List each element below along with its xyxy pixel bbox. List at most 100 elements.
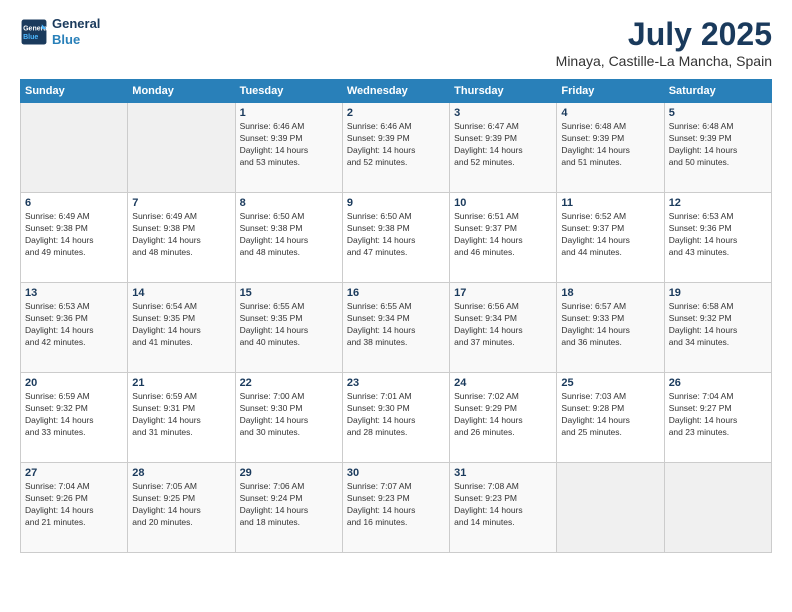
- day-info: Sunrise: 7:04 AM Sunset: 9:27 PM Dayligh…: [669, 391, 767, 439]
- day-info: Sunrise: 6:59 AM Sunset: 9:32 PM Dayligh…: [25, 391, 123, 439]
- day-info: Sunrise: 7:05 AM Sunset: 9:25 PM Dayligh…: [132, 481, 230, 529]
- day-info: Sunrise: 6:50 AM Sunset: 9:38 PM Dayligh…: [240, 211, 338, 259]
- title-area: July 2025 Minaya, Castille-La Mancha, Sp…: [556, 16, 772, 69]
- day-cell: 11 Sunrise: 6:52 AM Sunset: 9:37 PM Dayli…: [557, 193, 664, 283]
- day-cell: 29 Sunrise: 7:06 AM Sunset: 9:24 PM Dayli…: [235, 463, 342, 553]
- day-info: Sunrise: 7:02 AM Sunset: 9:29 PM Dayligh…: [454, 391, 552, 439]
- day-info: Sunrise: 6:50 AM Sunset: 9:38 PM Dayligh…: [347, 211, 445, 259]
- day-number: 10: [454, 197, 552, 209]
- day-number: 25: [561, 377, 659, 389]
- day-info: Sunrise: 6:59 AM Sunset: 9:31 PM Dayligh…: [132, 391, 230, 439]
- day-cell: 10 Sunrise: 6:51 AM Sunset: 9:37 PM Dayli…: [450, 193, 557, 283]
- day-number: 3: [454, 107, 552, 119]
- day-number: 29: [240, 467, 338, 479]
- day-cell: 17 Sunrise: 6:56 AM Sunset: 9:34 PM Dayli…: [450, 283, 557, 373]
- day-cell: 20Sunrise: 6:59 AM Sunset: 9:32 PM Dayli…: [21, 373, 128, 463]
- day-info: Sunrise: 6:55 AM Sunset: 9:34 PM Dayligh…: [347, 301, 445, 349]
- day-info: Sunrise: 7:07 AM Sunset: 9:23 PM Dayligh…: [347, 481, 445, 529]
- day-cell: 7 Sunrise: 6:49 AM Sunset: 9:38 PM Daylig…: [128, 193, 235, 283]
- day-number: 21: [132, 377, 230, 389]
- day-info: Sunrise: 7:00 AM Sunset: 9:30 PM Dayligh…: [240, 391, 338, 439]
- day-number: 16: [347, 287, 445, 299]
- svg-text:Blue: Blue: [23, 34, 38, 41]
- day-number: 23: [347, 377, 445, 389]
- day-info: Sunrise: 6:58 AM Sunset: 9:32 PM Dayligh…: [669, 301, 767, 349]
- day-number: 12: [669, 197, 767, 209]
- day-number: 19: [669, 287, 767, 299]
- subtitle: Minaya, Castille-La Mancha, Spain: [556, 53, 772, 69]
- day-info: Sunrise: 6:54 AM Sunset: 9:35 PM Dayligh…: [132, 301, 230, 349]
- day-number: 24: [454, 377, 552, 389]
- day-cell: 13 Sunrise: 6:53 AM Sunset: 9:36 PM Dayli…: [21, 283, 128, 373]
- week-row-4: 20Sunrise: 6:59 AM Sunset: 9:32 PM Dayli…: [21, 373, 772, 463]
- header-wednesday: Wednesday: [342, 80, 449, 103]
- day-cell: [664, 463, 771, 553]
- day-info: Sunrise: 6:53 AM Sunset: 9:36 PM Dayligh…: [25, 301, 123, 349]
- day-number: 18: [561, 287, 659, 299]
- day-number: 11: [561, 197, 659, 209]
- header-thursday: Thursday: [450, 80, 557, 103]
- day-number: 27: [25, 467, 123, 479]
- day-info: Sunrise: 6:51 AM Sunset: 9:37 PM Dayligh…: [454, 211, 552, 259]
- day-number: 28: [132, 467, 230, 479]
- day-number: 1: [240, 107, 338, 119]
- main-title: July 2025: [556, 16, 772, 53]
- day-number: 17: [454, 287, 552, 299]
- day-cell: 9 Sunrise: 6:50 AM Sunset: 9:38 PM Daylig…: [342, 193, 449, 283]
- day-cell: 5Sunrise: 6:48 AM Sunset: 9:39 PM Daylig…: [664, 103, 771, 193]
- day-info: Sunrise: 6:57 AM Sunset: 9:33 PM Dayligh…: [561, 301, 659, 349]
- day-info: Sunrise: 7:03 AM Sunset: 9:28 PM Dayligh…: [561, 391, 659, 439]
- day-number: 5: [669, 107, 767, 119]
- day-info: Sunrise: 6:46 AM Sunset: 9:39 PM Dayligh…: [347, 121, 445, 169]
- day-number: 9: [347, 197, 445, 209]
- day-info: Sunrise: 7:01 AM Sunset: 9:30 PM Dayligh…: [347, 391, 445, 439]
- day-cell: 8 Sunrise: 6:50 AM Sunset: 9:38 PM Daylig…: [235, 193, 342, 283]
- day-cell: [557, 463, 664, 553]
- day-cell: 18 Sunrise: 6:57 AM Sunset: 9:33 PM Dayli…: [557, 283, 664, 373]
- day-cell: 25 Sunrise: 7:03 AM Sunset: 9:28 PM Dayli…: [557, 373, 664, 463]
- day-info: Sunrise: 7:04 AM Sunset: 9:26 PM Dayligh…: [25, 481, 123, 529]
- day-number: 22: [240, 377, 338, 389]
- day-info: Sunrise: 7:08 AM Sunset: 9:23 PM Dayligh…: [454, 481, 552, 529]
- day-info: Sunrise: 6:49 AM Sunset: 9:38 PM Dayligh…: [25, 211, 123, 259]
- header-friday: Friday: [557, 80, 664, 103]
- day-cell: 19 Sunrise: 6:58 AM Sunset: 9:32 PM Dayli…: [664, 283, 771, 373]
- day-info: Sunrise: 6:47 AM Sunset: 9:39 PM Dayligh…: [454, 121, 552, 169]
- day-info: Sunrise: 6:49 AM Sunset: 9:38 PM Dayligh…: [132, 211, 230, 259]
- day-cell: 4 Sunrise: 6:48 AM Sunset: 9:39 PM Daylig…: [557, 103, 664, 193]
- day-cell: 21 Sunrise: 6:59 AM Sunset: 9:31 PM Dayli…: [128, 373, 235, 463]
- day-info: Sunrise: 7:06 AM Sunset: 9:24 PM Dayligh…: [240, 481, 338, 529]
- day-cell: 22 Sunrise: 7:00 AM Sunset: 9:30 PM Dayli…: [235, 373, 342, 463]
- day-cell: 28 Sunrise: 7:05 AM Sunset: 9:25 PM Dayli…: [128, 463, 235, 553]
- day-info: Sunrise: 6:52 AM Sunset: 9:37 PM Dayligh…: [561, 211, 659, 259]
- header-sunday: Sunday: [21, 80, 128, 103]
- day-cell: 30Sunrise: 7:07 AM Sunset: 9:23 PM Dayli…: [342, 463, 449, 553]
- day-cell: 2 Sunrise: 6:46 AM Sunset: 9:39 PM Daylig…: [342, 103, 449, 193]
- day-number: 7: [132, 197, 230, 209]
- day-number: 8: [240, 197, 338, 209]
- logo-text-blue: Blue: [52, 32, 100, 48]
- day-number: 14: [132, 287, 230, 299]
- day-cell: 27 Sunrise: 7:04 AM Sunset: 9:26 PM Dayli…: [21, 463, 128, 553]
- day-info: Sunrise: 6:48 AM Sunset: 9:39 PM Dayligh…: [561, 121, 659, 169]
- day-cell: 1Sunrise: 6:46 AM Sunset: 9:39 PM Daylig…: [235, 103, 342, 193]
- day-number: 4: [561, 107, 659, 119]
- day-cell: 16 Sunrise: 6:55 AM Sunset: 9:34 PM Dayli…: [342, 283, 449, 373]
- day-info: Sunrise: 6:56 AM Sunset: 9:34 PM Dayligh…: [454, 301, 552, 349]
- day-cell: 26Sunrise: 7:04 AM Sunset: 9:27 PM Dayli…: [664, 373, 771, 463]
- week-row-5: 27 Sunrise: 7:04 AM Sunset: 9:26 PM Dayli…: [21, 463, 772, 553]
- day-number: 2: [347, 107, 445, 119]
- day-number: 13: [25, 287, 123, 299]
- logo: General Blue General Blue: [20, 16, 100, 47]
- day-cell: 12 Sunrise: 6:53 AM Sunset: 9:36 PM Dayli…: [664, 193, 771, 283]
- day-number: 15: [240, 287, 338, 299]
- week-row-1: 1 Sunrise: 6:46 AM Sunset: 9:39 PM Daylig…: [21, 103, 772, 193]
- day-number: 31: [454, 467, 552, 479]
- day-cell: 23 Sunrise: 7:01 AM Sunset: 9:30 PM Dayli…: [342, 373, 449, 463]
- header-row: SundayMondayTuesdayWednesdayThursdayFrid…: [21, 80, 772, 103]
- svg-text:General: General: [23, 25, 48, 32]
- logo-text-general: General: [52, 16, 100, 32]
- day-info: Sunrise: 6:53 AM Sunset: 9:36 PM Dayligh…: [669, 211, 767, 259]
- day-cell: 15Sunrise: 6:55 AM Sunset: 9:35 PM Dayli…: [235, 283, 342, 373]
- logo-icon: General Blue: [20, 18, 48, 46]
